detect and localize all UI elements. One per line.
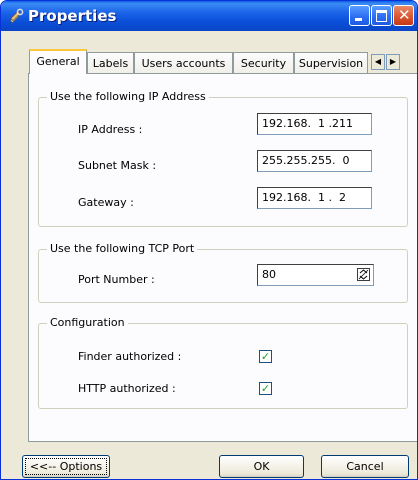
ip-address-field[interactable]: 192.168. 1 .211 bbox=[257, 113, 372, 135]
ip-address-label: IP Address : bbox=[78, 123, 143, 136]
spinner-arrows-icon[interactable] bbox=[357, 268, 370, 281]
tab-labels[interactable]: Labels bbox=[87, 52, 134, 73]
ok-button[interactable]: OK bbox=[219, 455, 304, 478]
check-icon: ✓ bbox=[260, 382, 271, 395]
arrow-left-icon: ◀ bbox=[374, 57, 382, 66]
title-bar[interactable]: Properties ✕ bbox=[1, 1, 417, 31]
configuration-group: Configuration bbox=[38, 316, 408, 409]
options-button[interactable]: <<-- Options bbox=[22, 455, 110, 478]
cancel-button[interactable]: Cancel bbox=[321, 455, 409, 478]
gateway-field[interactable]: 192.168. 1 . 2 bbox=[257, 187, 372, 209]
minimize-button[interactable] bbox=[349, 5, 370, 26]
http-authorized-checkbox[interactable]: ✓ bbox=[259, 382, 272, 395]
group-title: Use the following TCP Port bbox=[47, 242, 198, 256]
port-number-stepper[interactable]: 80 bbox=[257, 264, 374, 286]
finder-authorized-label: Finder authorized : bbox=[78, 350, 182, 363]
finder-authorized-checkbox[interactable]: ✓ bbox=[259, 350, 272, 363]
tab-scroll-right[interactable]: ▶ bbox=[386, 54, 400, 70]
tab-security[interactable]: Security bbox=[233, 52, 294, 73]
check-icon: ✓ bbox=[260, 350, 271, 363]
subnet-mask-label: Subnet Mask : bbox=[78, 159, 157, 172]
http-authorized-label: HTTP authorized : bbox=[78, 382, 176, 395]
tab-supervision[interactable]: Supervision bbox=[294, 52, 368, 73]
arrow-right-icon: ▶ bbox=[389, 57, 397, 66]
group-title: Use the following IP Address bbox=[47, 90, 209, 104]
group-title: Configuration bbox=[47, 316, 128, 330]
tab-general[interactable]: General bbox=[29, 49, 87, 74]
tab-scroll-left[interactable]: ◀ bbox=[371, 54, 385, 70]
properties-window: Properties ✕ General Labels Users accoun… bbox=[0, 0, 418, 480]
subnet-mask-field[interactable]: 255.255.255. 0 bbox=[257, 150, 372, 172]
window-title: Properties bbox=[28, 7, 117, 25]
tools-icon bbox=[8, 8, 24, 24]
close-icon: ✕ bbox=[398, 6, 411, 24]
maximize-button[interactable] bbox=[371, 5, 392, 26]
gateway-label: Gateway : bbox=[78, 196, 134, 209]
port-number-label: Port Number : bbox=[78, 273, 155, 286]
tab-users-accounts[interactable]: Users accounts bbox=[134, 52, 233, 73]
close-button[interactable]: ✕ bbox=[393, 5, 414, 26]
